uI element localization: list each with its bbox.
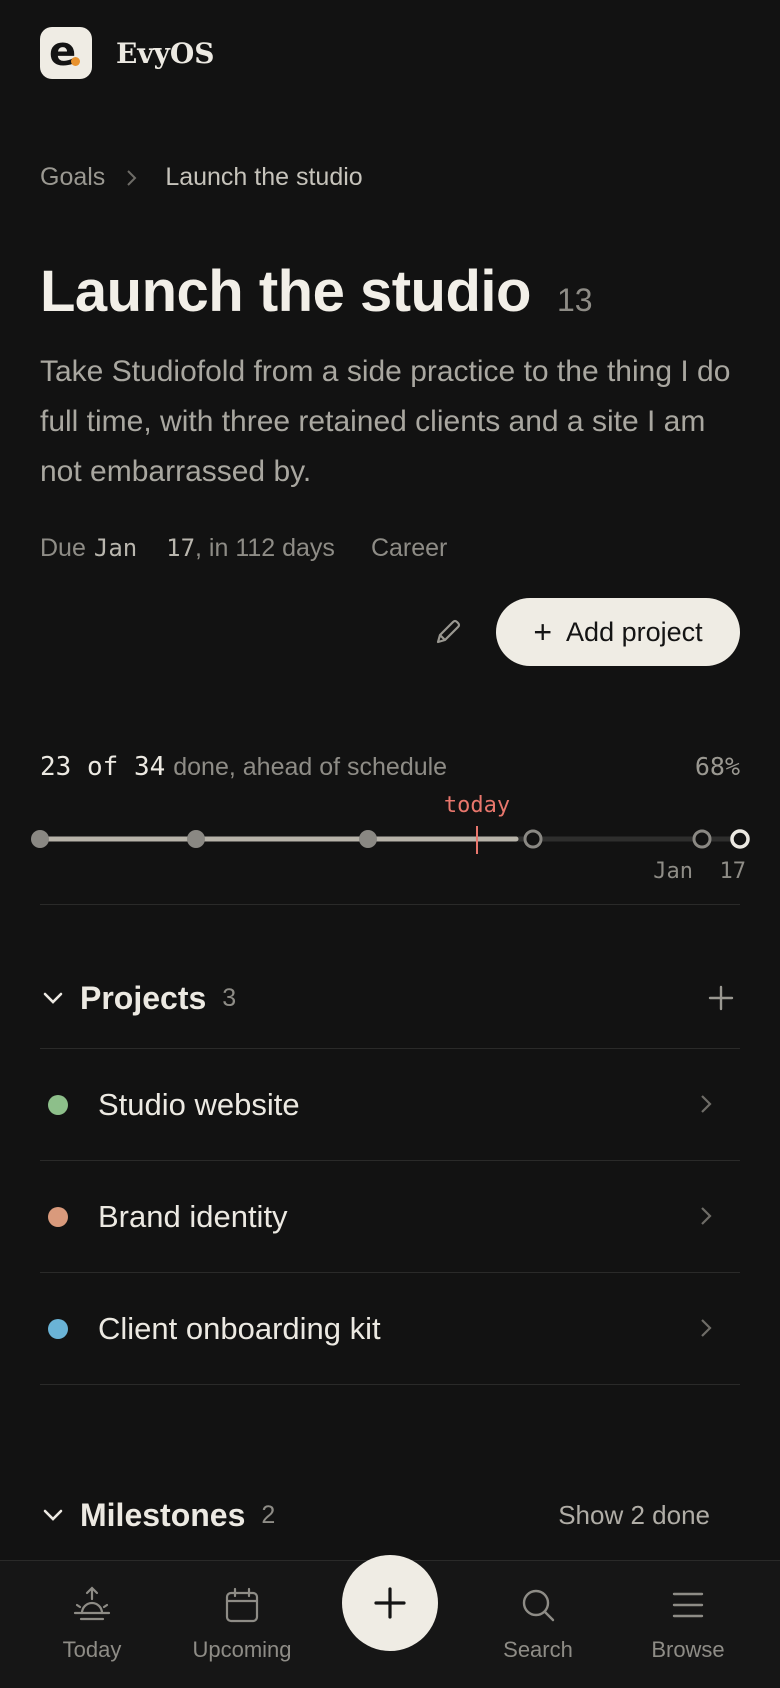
- nav-label-today: Today: [62, 1637, 122, 1662]
- project-row[interactable]: Client onboarding kit: [40, 1273, 740, 1385]
- project-name: Brand identity: [98, 1199, 288, 1234]
- plus-icon: [708, 985, 734, 1011]
- nav-label-search: Search: [503, 1637, 573, 1662]
- projects-count: 3: [222, 983, 237, 1012]
- nav-label-browse: Browse: [651, 1637, 725, 1662]
- goal-detail-page: e EvyOS Goals Launch the studio Launch t…: [0, 0, 780, 1688]
- pencil-icon: [436, 619, 461, 644]
- nav-item-today[interactable]: Today: [22, 1583, 162, 1663]
- title-row: Launch the studio 13: [40, 258, 593, 325]
- nav-item-search[interactable]: Search: [468, 1583, 608, 1663]
- divider: [40, 904, 740, 905]
- milestone-marker-open[interactable]: [523, 829, 543, 849]
- milestones-section-header: Milestones 2 Show 2 done: [40, 1490, 740, 1540]
- project-color-dot: [48, 1095, 68, 1115]
- nav-item-upcoming[interactable]: Upcoming: [172, 1583, 312, 1663]
- done-number: 23: [40, 752, 72, 782]
- plus-icon: [374, 1587, 406, 1619]
- due-date: Jan 17: [93, 534, 196, 562]
- breadcrumb: Goals Launch the studio: [40, 163, 363, 192]
- total-number: 34: [133, 752, 166, 782]
- projects-section-header: Projects 3: [40, 973, 740, 1023]
- logo-letter: e: [49, 29, 77, 75]
- progress-timeline: today Jan 17: [31, 793, 750, 884]
- goal-category[interactable]: Career: [371, 534, 447, 563]
- chevron-down-icon[interactable]: [40, 985, 66, 1011]
- add-project-button[interactable]: + Add project: [496, 598, 740, 666]
- app-name: EvyOS: [116, 36, 215, 70]
- add-project-plus-button[interactable]: [702, 979, 740, 1017]
- project-row[interactable]: Brand identity: [40, 1161, 740, 1273]
- add-project-label: Add project: [566, 616, 703, 647]
- logo-dot: [71, 57, 80, 66]
- milestone-marker-done[interactable]: [31, 830, 49, 848]
- calendar-icon: [220, 1583, 264, 1627]
- app-header: e EvyOS: [40, 27, 215, 79]
- milestones-title: Milestones: [80, 1496, 246, 1533]
- plus-icon: +: [533, 614, 553, 650]
- milestones-count: 2: [261, 1500, 276, 1529]
- project-color-dot: [48, 1319, 68, 1339]
- due-suffix: , in 112 days: [195, 534, 335, 562]
- breadcrumb-current: Launch the studio: [165, 163, 363, 191]
- chevron-right-icon: [694, 1316, 718, 1340]
- projects-title: Projects: [80, 979, 207, 1016]
- today-label: today: [444, 793, 510, 818]
- sunrise-icon: [70, 1583, 114, 1627]
- edit-goal-button[interactable]: [428, 612, 468, 652]
- progress-status: done, ahead of schedule: [173, 753, 448, 781]
- menu-icon: [666, 1583, 710, 1627]
- goal-count: 13: [556, 282, 593, 318]
- milestone-marker-open[interactable]: [692, 829, 712, 849]
- goal-meta: Due Jan 17 , in 112 days Career: [40, 534, 447, 563]
- divider: [40, 1384, 740, 1385]
- goal-description: Take Studiofold from a side practice to …: [40, 355, 731, 488]
- chevron-right-icon: [694, 1204, 718, 1228]
- end-date-label: Jan 17: [653, 859, 746, 884]
- progress-summary: 23 of 34 done, ahead of schedule: [40, 752, 447, 782]
- project-color-dot: [48, 1207, 68, 1227]
- project-name: Studio website: [98, 1087, 300, 1122]
- progress-percent: 68%: [694, 752, 740, 781]
- chevron-right-icon: [694, 1092, 718, 1116]
- progress-done-count: 23 of 34: [40, 752, 165, 782]
- page-title: Launch the studio: [40, 259, 531, 324]
- due-prefix: Due: [40, 534, 86, 562]
- of-word: of: [86, 752, 119, 782]
- show-done-button[interactable]: Show 2 done: [558, 1500, 710, 1531]
- nav-item-browse[interactable]: Browse: [618, 1583, 758, 1663]
- milestone-marker-done[interactable]: [359, 830, 377, 848]
- chevron-down-icon[interactable]: [40, 1502, 66, 1528]
- project-name: Client onboarding kit: [98, 1311, 381, 1346]
- chevron-right-icon: [125, 169, 143, 187]
- goal-end-marker[interactable]: [730, 829, 750, 849]
- app-logo[interactable]: e: [40, 27, 92, 79]
- project-row[interactable]: Studio website: [40, 1049, 740, 1161]
- bottom-nav: Today Upcoming Search Browse: [0, 1555, 780, 1688]
- milestone-marker-done[interactable]: [187, 830, 205, 848]
- search-icon: [516, 1583, 560, 1627]
- breadcrumb-parent-link[interactable]: Goals: [40, 163, 105, 192]
- nav-label-upcoming: Upcoming: [192, 1637, 292, 1662]
- quick-add-button[interactable]: [342, 1555, 438, 1651]
